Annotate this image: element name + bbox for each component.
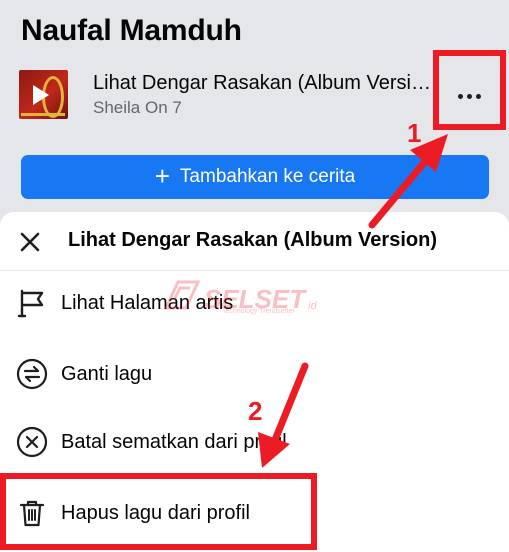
album-art[interactable] bbox=[19, 70, 68, 119]
sheet-header: Lihat Dengar Rasakan (Album Version) bbox=[0, 212, 509, 271]
plus-icon: + bbox=[154, 160, 170, 191]
more-options-button[interactable] bbox=[443, 72, 495, 120]
more-horizontal-icon bbox=[457, 93, 481, 99]
watermark-mark bbox=[163, 280, 201, 310]
swap-icon bbox=[16, 358, 48, 390]
menu-item-label: Ganti lagu bbox=[61, 363, 153, 385]
song-artist: Sheila On 7 bbox=[93, 98, 182, 117]
album-art-band bbox=[21, 113, 65, 116]
menu-item-label: Hapus lagu dari profil bbox=[61, 502, 250, 524]
step-number-2: 2 bbox=[248, 396, 263, 426]
menu-item-label: Batal sematkan dari profil bbox=[61, 431, 287, 453]
step-number-1: 1 bbox=[407, 118, 422, 148]
flag-icon bbox=[16, 287, 48, 319]
add-to-story-label: Tambahkan ke cerita bbox=[179, 166, 356, 187]
sheet-title: Lihat Dengar Rasakan (Album Version) bbox=[68, 229, 437, 251]
bottom-sheet: Lihat Dengar Rasakan (Album Version) Lih… bbox=[0, 212, 509, 552]
circle-x-icon bbox=[16, 426, 48, 458]
song-title: Lihat Dengar Rasakan (Album Version) bbox=[93, 72, 433, 94]
watermark-logo: SELSET id Technology Trendsetter bbox=[162, 278, 317, 315]
trash-icon bbox=[16, 497, 48, 529]
close-icon[interactable] bbox=[17, 229, 43, 255]
profile-name: Naufal Mamduh bbox=[21, 14, 242, 47]
watermark-tld: id bbox=[308, 300, 317, 312]
watermark-tagline: Technology Trendsetter bbox=[222, 308, 295, 315]
menu-item-remove-song[interactable]: Hapus lagu dari profil bbox=[0, 482, 509, 546]
play-icon bbox=[33, 85, 49, 105]
add-to-story-button[interactable]: + Tambahkan ke cerita bbox=[21, 155, 489, 199]
